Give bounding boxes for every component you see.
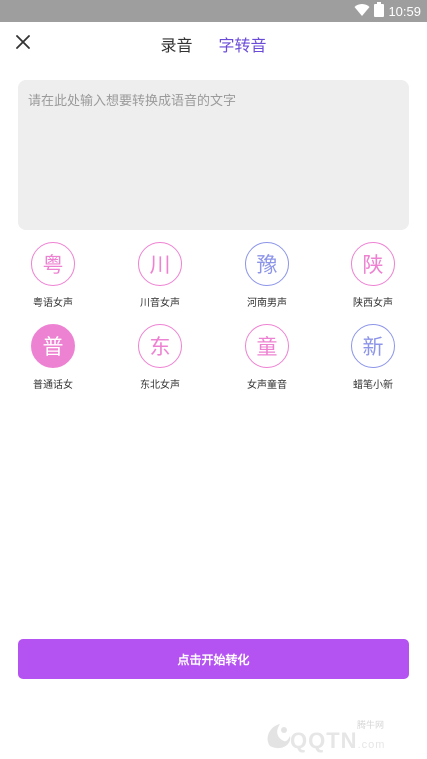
voice-option-northeast-female[interactable]: 东 东北女声	[120, 324, 200, 391]
status-icons: 10:59	[354, 1, 421, 21]
text-input[interactable]	[18, 80, 409, 230]
voice-label: 河南男声	[247, 298, 287, 309]
status-time: 10:59	[388, 3, 421, 19]
voice-row: 普 普通话女 东 东北女声 童 女声童音 新 蜡笔小新	[0, 324, 427, 398]
top-bar: 录音 字转音	[0, 22, 427, 64]
voice-label: 陕西女声	[353, 298, 393, 309]
voice-option-child-female[interactable]: 童 女声童音	[227, 324, 307, 391]
voice-option-shaanxi-female[interactable]: 陕 陕西女声	[333, 242, 413, 309]
voice-label: 川音女声	[140, 298, 180, 309]
voice-option-mandarin-female[interactable]: 普 普通话女	[13, 324, 93, 391]
voice-option-sichuan-female[interactable]: 川 川音女声	[120, 242, 200, 309]
watermark-sub: 腾牛网	[357, 721, 385, 731]
voice-badge: 新	[351, 324, 395, 368]
status-bar: 10:59	[0, 0, 427, 22]
voice-label: 女声童音	[247, 380, 287, 391]
tab-record[interactable]: 录音	[160, 32, 192, 56]
tab-text-to-speech[interactable]: 字转音	[219, 32, 267, 56]
voice-option-crayon-shinchan[interactable]: 新 蜡笔小新	[333, 324, 413, 391]
voice-badge: 童	[245, 324, 289, 368]
mode-tabs: 录音 字转音	[0, 32, 427, 56]
voice-badge: 粤	[31, 242, 75, 286]
voice-label: 普通话女	[33, 380, 73, 391]
start-convert-button[interactable]: 点击开始转化	[18, 639, 409, 679]
voice-badge: 豫	[245, 242, 289, 286]
voice-option-cantonese-female[interactable]: 粤 粤语女声	[13, 242, 93, 309]
watermark-brand: QQTN.com	[290, 728, 386, 753]
voice-badge: 川	[138, 242, 182, 286]
voice-label: 粤语女声	[33, 298, 73, 309]
battery-icon	[374, 1, 385, 21]
voice-badge: 陕	[351, 242, 395, 286]
voice-label: 蜡笔小新	[353, 380, 393, 391]
voice-label: 东北女声	[140, 380, 180, 391]
text-input-box	[18, 80, 409, 230]
voice-badge: 普	[31, 324, 75, 368]
voice-badge: 东	[138, 324, 182, 368]
wifi-icon	[354, 2, 370, 21]
watermark: QQTN.com 腾牛网	[262, 712, 422, 756]
voice-option-henan-male[interactable]: 豫 河南男声	[227, 242, 307, 309]
voice-row: 粤 粤语女声 川 川音女声 豫 河南男声 陕 陕西女声	[0, 242, 427, 316]
